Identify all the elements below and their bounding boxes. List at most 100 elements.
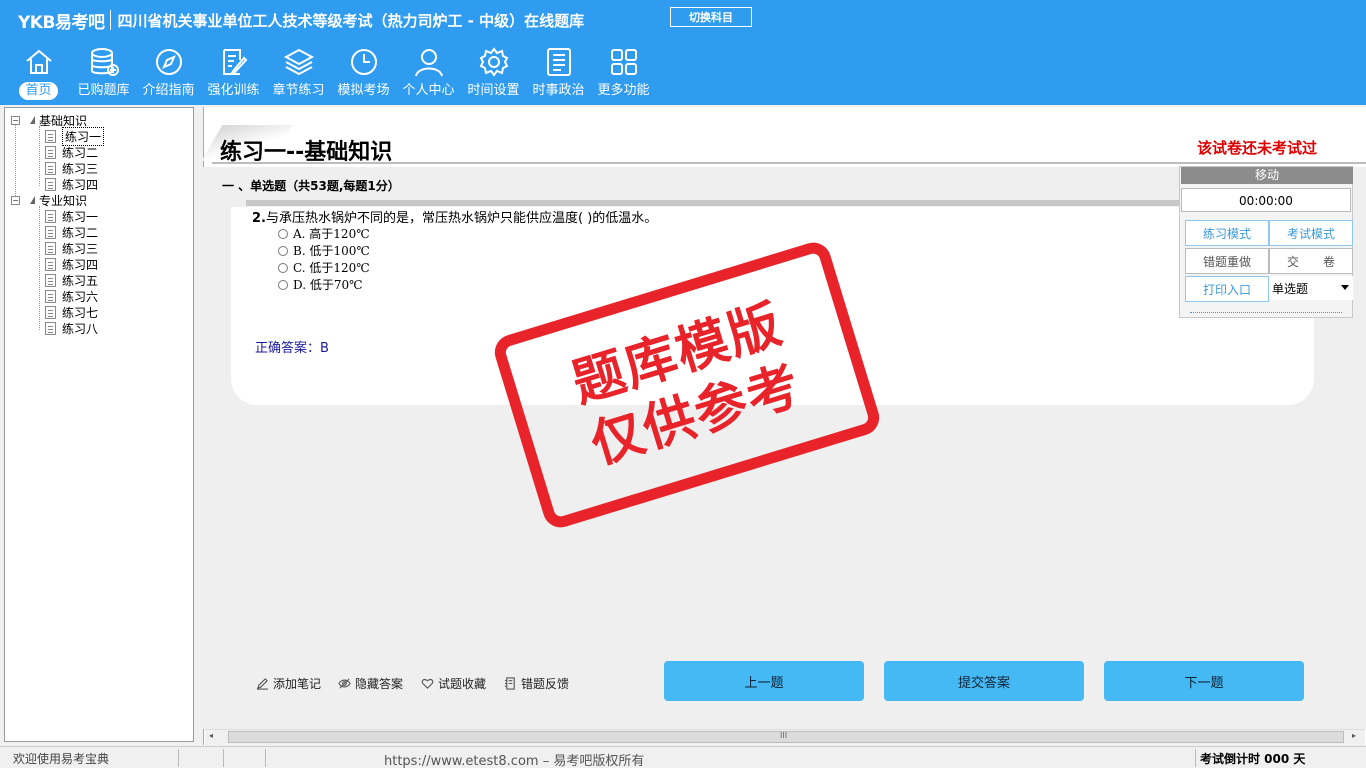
prev-question-button[interactable]: 上一题 xyxy=(664,661,864,701)
tree-item[interactable]: 练习八 xyxy=(45,320,98,336)
nav-label: 时间设置 xyxy=(467,83,520,98)
document-icon xyxy=(45,177,56,191)
tree-item[interactable]: 练习一 xyxy=(45,208,98,224)
tree-line xyxy=(39,206,40,330)
radio-button[interactable] xyxy=(278,279,288,290)
collapse-icon[interactable]: − xyxy=(11,115,20,125)
nav-home[interactable]: 首页 xyxy=(6,46,71,104)
document-icon xyxy=(45,145,56,159)
question-number: 2. xyxy=(252,211,266,226)
tree-item[interactable]: 练习七 xyxy=(45,304,98,320)
nav-guide[interactable]: 介绍指南 xyxy=(136,46,201,104)
nav-label: 已购题库 xyxy=(77,83,130,98)
news-icon xyxy=(546,48,571,76)
hide-answer-button[interactable]: 隐藏答案 xyxy=(338,675,403,692)
status-divider xyxy=(178,749,179,767)
radio-button[interactable] xyxy=(278,262,288,273)
scroll-right-icon[interactable]: ▸ xyxy=(1352,731,1356,740)
collapse-icon[interactable]: − xyxy=(11,195,20,205)
nav-chapter[interactable]: 章节练习 xyxy=(266,46,331,104)
nav-more[interactable]: 更多功能 xyxy=(591,46,656,104)
feedback-icon xyxy=(504,677,515,690)
progress-strip xyxy=(246,200,1181,206)
add-note-button[interactable]: 添加笔记 xyxy=(256,675,321,692)
app-title: 四川省机关事业单位工人技术等级考试（热力司炉工 - 中级）在线题库 xyxy=(117,11,585,30)
tree-item-label: 练习六 xyxy=(62,289,99,304)
tree-item[interactable]: 练习四 xyxy=(45,176,98,192)
submit-paper-button[interactable]: 交 卷 xyxy=(1269,248,1353,274)
tree-line xyxy=(15,122,16,202)
clock-icon xyxy=(350,49,377,75)
nav-mock-exam[interactable]: 模拟考场 xyxy=(331,46,396,104)
nav-personal[interactable]: 个人中心 xyxy=(396,46,461,104)
home-icon xyxy=(25,49,52,74)
status-divider xyxy=(223,749,224,767)
submit-answer-button[interactable]: 提交答案 xyxy=(884,661,1084,701)
folder-icon xyxy=(30,196,35,204)
nav-label: 章节练习 xyxy=(272,83,325,98)
eye-off-icon xyxy=(338,678,351,689)
chevron-down-icon xyxy=(1341,285,1349,290)
document-icon xyxy=(45,273,56,287)
tree-line xyxy=(39,126,40,186)
tree-item[interactable]: 练习四 xyxy=(45,256,98,272)
print-button[interactable]: 打印入口 xyxy=(1185,276,1269,302)
tree-item[interactable]: 练习三 xyxy=(45,240,98,256)
nav-time-settings[interactable]: 时间设置 xyxy=(461,46,526,104)
panel-drag-handle[interactable]: 移动 xyxy=(1181,167,1353,184)
edit-icon xyxy=(222,49,247,75)
layers-icon xyxy=(283,48,314,76)
radio-button[interactable] xyxy=(278,245,288,256)
welcome-text: 欢迎使用易考宝典 xyxy=(13,752,110,766)
tree-item[interactable]: 练习二 xyxy=(45,144,98,160)
tree-item[interactable]: 练习二 xyxy=(45,224,98,240)
chapter-tree: − 基础知识 练习一 练习二 练习三 练习四 − 专业知识 练习一 练习二 练习… xyxy=(4,107,194,742)
option-c[interactable]: C. 低于120℃ xyxy=(278,259,370,276)
scroll-grip: III xyxy=(780,731,788,740)
status-divider xyxy=(265,749,266,767)
copyright-text: https://www.etest8.com – 易考吧版权所有 xyxy=(384,754,645,768)
tree-item-label: 练习五 xyxy=(62,273,99,288)
gear-icon xyxy=(479,47,508,77)
main-nav: 首页 已购题库 介绍指南 强化训练 章节练习 模拟考场 个人中心 时间设置 时事… xyxy=(6,46,656,104)
tree-item[interactable]: 练习六 xyxy=(45,288,98,304)
nav-label: 个人中心 xyxy=(402,83,455,98)
question-type-select[interactable]: 单选题 xyxy=(1269,276,1353,300)
practice-mode-button[interactable]: 练习模式 xyxy=(1185,220,1269,246)
nav-label: 首页 xyxy=(19,82,58,100)
document-icon xyxy=(45,321,56,335)
option-b[interactable]: B. 低于100℃ xyxy=(278,242,370,259)
grid-icon xyxy=(610,49,637,75)
tree-item[interactable]: 练习五 xyxy=(45,272,98,288)
next-question-button[interactable]: 下一题 xyxy=(1104,661,1304,701)
tree-item[interactable]: 练习三 xyxy=(45,160,98,176)
question-type-heading: 一 、单选题（共53题,每题1分） xyxy=(222,179,400,193)
tree-item-label: 练习二 xyxy=(62,145,99,160)
scroll-left-icon[interactable]: ◂ xyxy=(209,731,213,740)
option-d[interactable]: D. 低于70℃ xyxy=(278,276,363,293)
folder-icon xyxy=(30,116,35,124)
panel-scrollbar[interactable] xyxy=(1190,312,1342,316)
favorite-button[interactable]: 试题收藏 xyxy=(421,675,486,692)
feedback-button[interactable]: 错题反馈 xyxy=(504,675,569,692)
tree-group-professional[interactable]: − 专业知识 xyxy=(11,192,87,208)
radio-button[interactable] xyxy=(278,228,288,239)
option-a[interactable]: A. 高于120℃ xyxy=(278,225,370,242)
tree-item-label: 练习一 xyxy=(62,209,99,224)
tree-item[interactable]: 练习一 xyxy=(45,126,105,146)
title-bar: YKB易考吧 四川省机关事业单位工人技术等级考试（热力司炉工 - 中级）在线题库 xyxy=(18,8,585,33)
tree-item-label: 练习三 xyxy=(62,161,99,176)
nav-training[interactable]: 强化训练 xyxy=(201,46,266,104)
tool-label: 隐藏答案 xyxy=(355,677,404,691)
nav-current-affairs[interactable]: 时事政治 xyxy=(526,46,591,104)
document-icon xyxy=(45,241,56,255)
exam-mode-button[interactable]: 考试模式 xyxy=(1269,220,1353,246)
switch-subject-button[interactable]: 切换科目 xyxy=(670,7,752,27)
option-label: C. 低于120℃ xyxy=(293,261,370,275)
nav-purchased[interactable]: 已购题库 xyxy=(71,46,136,104)
exam-countdown: 考试倒计时 000 天 xyxy=(1200,752,1306,766)
redo-wrong-button[interactable]: 错题重做 xyxy=(1185,248,1269,274)
tree-group-label: 专业知识 xyxy=(39,193,88,208)
document-icon xyxy=(45,289,56,303)
document-icon xyxy=(45,305,56,319)
